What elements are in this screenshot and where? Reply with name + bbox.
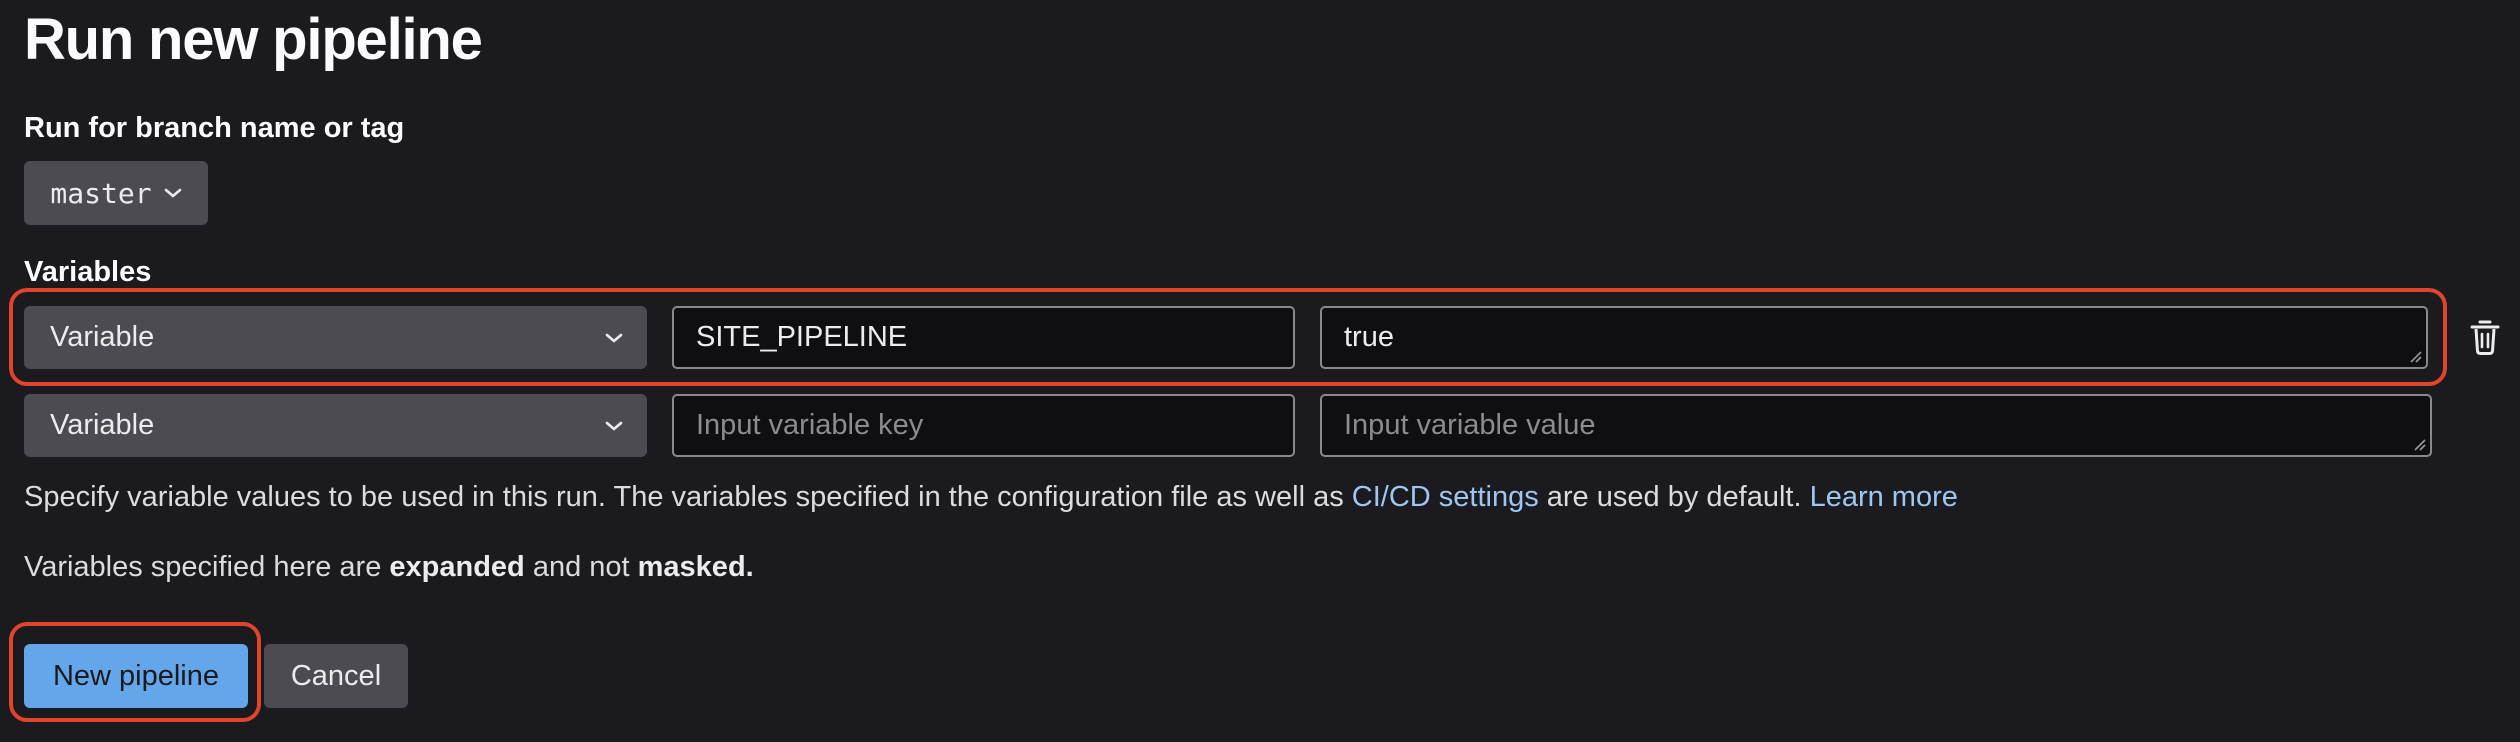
variables-label: Variables [24, 256, 152, 288]
branch-label: Run for branch name or tag [24, 112, 405, 144]
branch-value: master [50, 176, 152, 210]
note-text-part: Variables specified here are [24, 551, 390, 583]
resize-grip-icon[interactable] [2408, 349, 2422, 363]
chevron-down-icon [605, 420, 623, 432]
page-title: Run new pipeline [24, 7, 483, 72]
variable-value-input[interactable]: true [1320, 306, 2428, 369]
variable-value-text: true [1344, 321, 1394, 353]
variable-value-placeholder: Input variable value [1344, 409, 1596, 441]
learn-more-link[interactable]: Learn more [1810, 481, 1958, 513]
note-text-part: and not [524, 551, 638, 583]
variable-type-select[interactable]: Variable [24, 306, 647, 369]
cancel-button[interactable]: Cancel [264, 644, 408, 708]
note-bold-expanded: expanded [389, 551, 525, 583]
cicd-settings-link[interactable]: CI/CD settings [1352, 481, 1539, 513]
branch-dropdown[interactable]: master [24, 161, 208, 225]
variable-key-value: SITE_PIPELINE [696, 321, 908, 353]
trash-icon[interactable] [2470, 318, 2500, 356]
variable-value-input[interactable]: Input variable value [1320, 394, 2432, 457]
variables-note: Variables specified here are expanded an… [24, 551, 754, 584]
variables-help-text: Specify variable values to be used in th… [24, 481, 1958, 514]
variable-key-input[interactable]: Input variable key [672, 394, 1295, 457]
variable-key-placeholder: Input variable key [696, 409, 924, 441]
variable-type-select[interactable]: Variable [24, 394, 647, 457]
help-text-part: are used by default. [1538, 481, 1810, 513]
help-text-part: Specify variable values to be used in th… [24, 481, 1352, 513]
variable-type-value: Variable [50, 321, 155, 353]
resize-grip-icon[interactable] [2412, 437, 2426, 451]
variable-type-value: Variable [50, 409, 155, 441]
chevron-down-icon [605, 332, 623, 344]
chevron-down-icon [164, 187, 182, 199]
variable-key-input[interactable]: SITE_PIPELINE [672, 306, 1295, 369]
note-bold-masked: masked. [637, 551, 754, 583]
new-pipeline-button[interactable]: New pipeline [24, 644, 248, 708]
